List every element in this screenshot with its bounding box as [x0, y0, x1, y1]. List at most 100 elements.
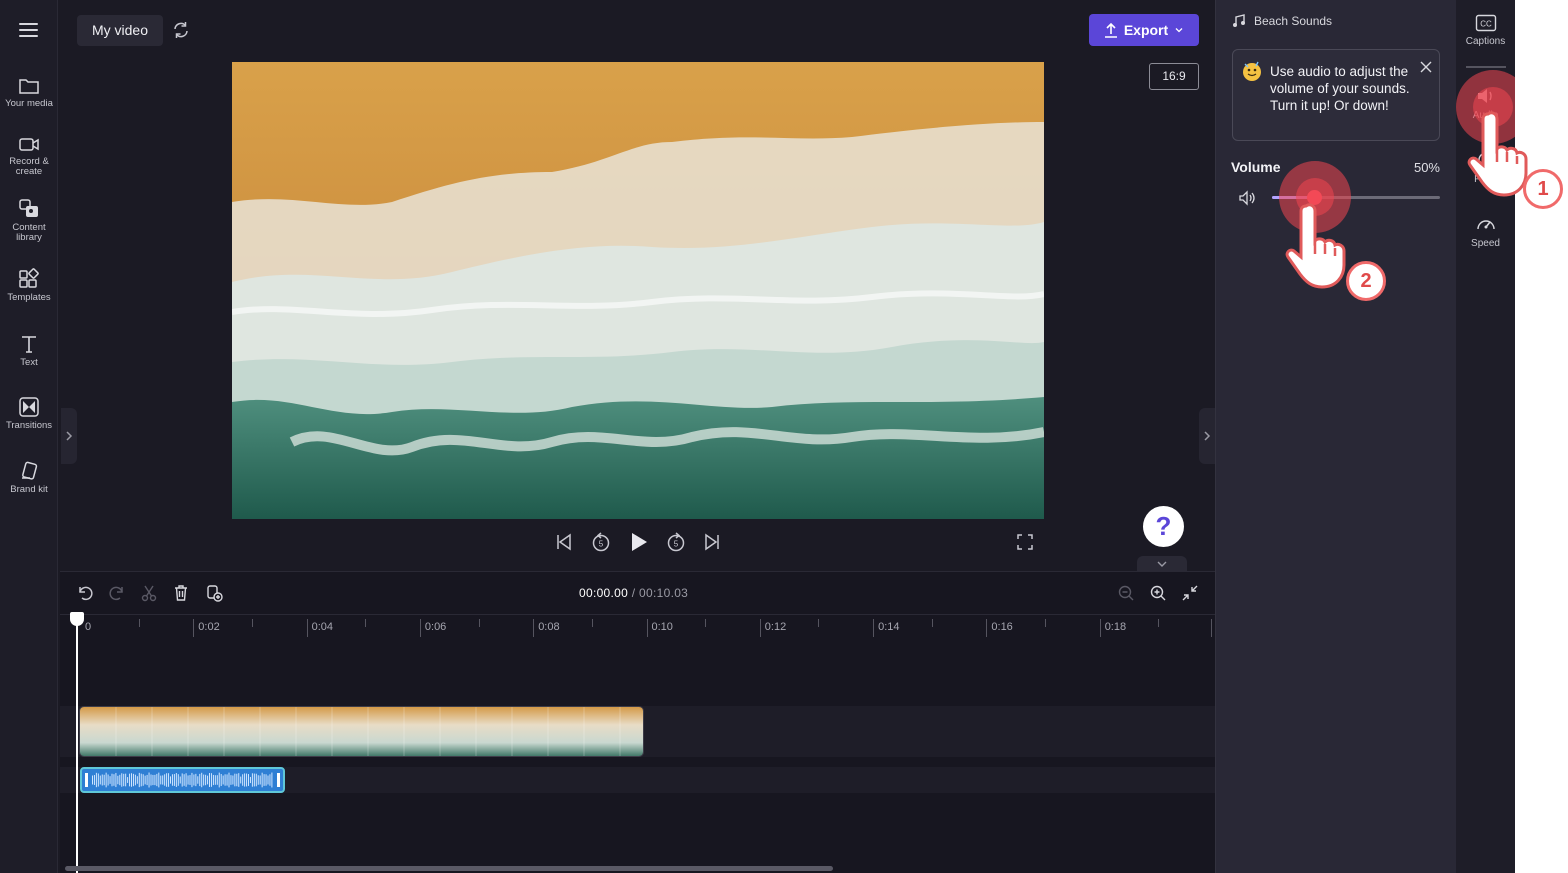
video-clip[interactable]: [79, 706, 644, 757]
close-icon[interactable]: [1419, 60, 1433, 74]
timeline-horizontal-scrollbar[interactable]: [65, 866, 833, 871]
sidebar-item-brand-kit[interactable]: Brand kit: [0, 460, 58, 495]
rewind-5-icon[interactable]: 5: [590, 530, 612, 554]
duplicate-icon[interactable]: [205, 584, 223, 602]
tab-label: Speed: [1471, 238, 1500, 249]
asset-header: Beach Sounds: [1232, 14, 1332, 28]
templates-icon: [19, 268, 39, 288]
left-panel-expand-toggle[interactable]: [61, 408, 77, 464]
ruler-minor-tick: [818, 619, 820, 627]
sidebar-item-transitions[interactable]: Transitions: [0, 396, 58, 431]
ruler-tick-label: 0:06: [424, 621, 447, 633]
party-emoji-icon: [1243, 61, 1261, 81]
ruler-tick-label: 0:08: [538, 621, 560, 633]
ruler-tick-label: 0:14: [878, 621, 900, 633]
asset-name: Beach Sounds: [1254, 14, 1333, 28]
ruler-tick: [419, 619, 421, 637]
sidebar-item-label-line2: library: [16, 232, 42, 243]
fade-icon: [1477, 152, 1494, 168]
tab-label: Audio: [1472, 110, 1499, 121]
tip-message: Use audio to adjust the volume of your s…: [1270, 64, 1410, 113]
brand-kit-icon: [22, 461, 38, 480]
sidebar-item-label: Transitions: [5, 420, 53, 431]
step-2-badge: 2: [1346, 261, 1386, 301]
speaker-icon[interactable]: [1238, 189, 1256, 207]
zoom-in-icon[interactable]: [1149, 584, 1167, 602]
left-sidebar: Your media Record & create Content libra…: [0, 0, 58, 873]
play-icon[interactable]: [629, 530, 649, 554]
ruler-minor-tick: [1045, 619, 1047, 627]
trash-icon[interactable]: [172, 584, 190, 602]
scissors-icon[interactable]: [140, 584, 158, 602]
forward-5-icon[interactable]: 5: [665, 530, 687, 554]
playhead[interactable]: [76, 614, 78, 873]
ruler-minor-tick: [931, 619, 933, 627]
export-button-label: Export: [1123, 22, 1169, 38]
audio-clip[interactable]: [80, 767, 285, 793]
transitions-icon: [19, 397, 39, 417]
ruler-minor-tick: [478, 619, 480, 627]
ruler-tick: [193, 619, 195, 637]
tab-fade[interactable]: Fade: [1456, 150, 1515, 185]
skip-to-start-icon[interactable]: [555, 530, 573, 554]
sync-icon[interactable]: [171, 20, 191, 40]
ruler-minor-tick: [705, 619, 707, 627]
total-time: 00:10.03: [639, 586, 689, 600]
sidebar-item-label: Templates: [7, 292, 51, 303]
sidebar-item-label: Your media: [5, 98, 53, 109]
timeline-ruler[interactable]: 0 0:02 0:04 0:06 0:08 0:10 0:12 0:14 0:16 0:18: [60, 614, 1215, 644]
chevron-right-icon: [1204, 431, 1211, 441]
volume-value: 50%: [1413, 160, 1440, 175]
ruler-tick-label: 0:02: [198, 621, 220, 633]
ruler-tick-label: 0:16: [991, 621, 1013, 633]
ruler-tick: [986, 619, 988, 637]
speed-icon: [1476, 220, 1495, 230]
chevron-down-icon: [1157, 561, 1167, 567]
audio-tip-callout: Use audio to adjust the volume of your s…: [1232, 49, 1440, 141]
folder-icon: [19, 79, 39, 94]
hamburger-menu-icon[interactable]: [17, 20, 41, 40]
ruler-tick-label: 0:12: [764, 621, 787, 633]
fullscreen-icon[interactable]: [1016, 533, 1034, 551]
step-1-badge: 1: [1523, 169, 1563, 209]
collapse-preview-tab[interactable]: [1137, 556, 1187, 571]
sidebar-item-record-create[interactable]: Record & create: [0, 134, 58, 177]
volume-slider[interactable]: [1272, 190, 1440, 205]
video-editor-app: Your media Record & create Content libra…: [0, 0, 1515, 873]
zoom-out-icon[interactable]: [1117, 584, 1135, 602]
redo-icon[interactable]: [108, 584, 126, 602]
captions-icon: CC: [1475, 14, 1496, 32]
library-icon: [19, 199, 38, 217]
sidebar-item-templates[interactable]: Templates: [0, 268, 58, 303]
sidebar-item-text[interactable]: Text: [0, 333, 58, 368]
aspect-ratio-button[interactable]: 16:9: [1149, 63, 1199, 90]
text-icon: [22, 336, 36, 353]
ruler-tick: [306, 619, 308, 637]
fit-to-screen-icon[interactable]: [1181, 584, 1199, 602]
project-title-input[interactable]: My video: [77, 15, 163, 46]
volume-label: Volume: [1231, 159, 1281, 175]
ruler-tick: [533, 619, 535, 637]
timecode: 00:00.00 / 00:10.03: [579, 586, 688, 600]
ruler-minor-tick: [251, 619, 253, 627]
ruler-tick-label: 0:18: [1104, 621, 1127, 633]
chevron-down-icon: [1175, 28, 1183, 33]
time-separator: /: [631, 586, 636, 600]
skip-to-end-icon[interactable]: [703, 530, 721, 554]
sidebar-item-your-media[interactable]: Your media: [0, 76, 58, 109]
sidebar-item-label: Text: [20, 357, 38, 368]
tab-speed[interactable]: Speed: [1456, 214, 1515, 249]
right-panel-collapse-toggle[interactable]: [1199, 408, 1215, 464]
sidebar-item-content-library[interactable]: Content library: [0, 198, 58, 243]
export-button[interactable]: Export: [1089, 14, 1199, 46]
tab-audio[interactable]: Audio: [1456, 86, 1515, 121]
tab-label: Fade: [1474, 174, 1497, 185]
volume-slider-thumb[interactable]: [1307, 190, 1322, 205]
undo-icon[interactable]: [76, 584, 94, 602]
tab-label: Captions: [1465, 36, 1506, 47]
properties-panel: Beach Sounds Use audio to adjust the vol…: [1215, 0, 1456, 873]
tab-captions[interactable]: CC Captions: [1456, 14, 1515, 47]
audio-waveform: [85, 772, 280, 788]
help-button[interactable]: ?: [1143, 506, 1184, 547]
video-preview: [232, 62, 1044, 519]
